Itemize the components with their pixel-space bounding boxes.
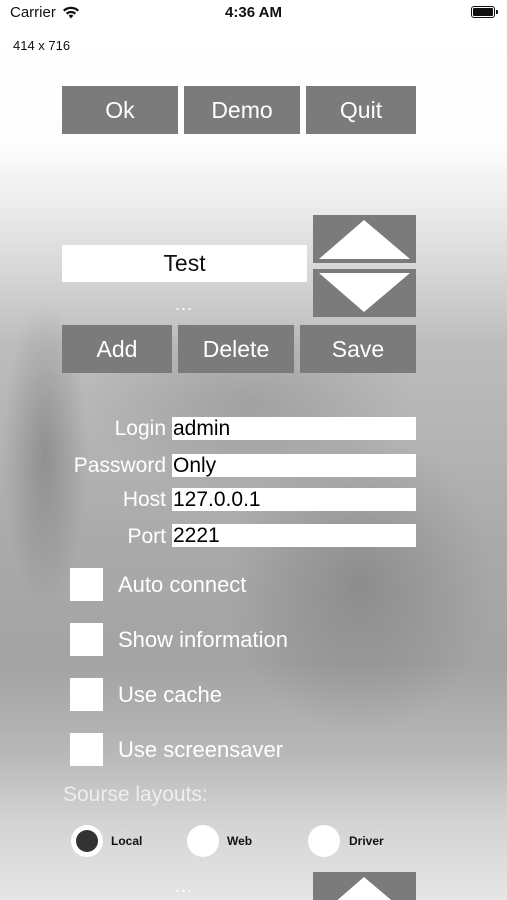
show-information-checkbox[interactable] — [70, 623, 103, 656]
demo-button[interactable]: Demo — [184, 86, 300, 134]
scroll-up-button[interactable] — [313, 215, 416, 263]
host-label: Host — [122, 488, 166, 511]
delete-button[interactable]: Delete — [178, 325, 294, 373]
quit-button[interactable]: Quit — [306, 86, 416, 134]
ok-button[interactable]: Ok — [62, 86, 178, 134]
status-bar: Carrier 4:36 AM — [0, 0, 507, 26]
layouts-scroll-up-button[interactable] — [313, 872, 416, 900]
local-radio[interactable] — [71, 825, 103, 857]
up-arrow-icon — [319, 220, 410, 259]
web-radio[interactable] — [187, 825, 219, 857]
use-cache-label: Use cache — [118, 682, 222, 707]
down-arrow-icon — [319, 273, 410, 312]
use-screensaver-label: Use screensaver — [118, 737, 284, 762]
login-field[interactable]: admin — [172, 417, 416, 440]
save-button[interactable]: Save — [300, 325, 416, 373]
use-cache-checkbox[interactable] — [70, 678, 103, 711]
password-field[interactable]: Only — [172, 454, 416, 477]
password-label: Password — [73, 454, 166, 477]
current-item-field[interactable]: Test — [62, 245, 307, 282]
scroll-down-button[interactable] — [313, 269, 416, 317]
web-radio-label: Web — [227, 834, 253, 848]
source-layouts-title: Sourse layouts: — [63, 783, 208, 806]
add-button[interactable]: Add — [62, 325, 172, 373]
driver-radio-label: Driver — [349, 834, 384, 848]
port-label: Port — [127, 525, 166, 548]
port-field[interactable]: 2221 — [172, 524, 416, 547]
login-label: Login — [114, 417, 166, 440]
status-time: 4:36 AM — [225, 4, 282, 21]
driver-radio[interactable] — [308, 825, 340, 857]
auto-connect-label: Auto connect — [118, 572, 247, 597]
host-field[interactable]: 127.0.0.1 — [172, 488, 416, 511]
screen-size-label: 414 x 716 — [13, 38, 71, 53]
local-radio-label: Local — [111, 834, 143, 848]
show-information-label: Show information — [118, 627, 288, 652]
auto-connect-checkbox[interactable] — [70, 568, 103, 601]
battery-icon — [471, 6, 498, 18]
use-screensaver-checkbox[interactable] — [70, 733, 103, 766]
up-arrow-icon — [337, 877, 392, 900]
layouts-more-indicator: ... — [175, 876, 194, 896]
list-more-indicator: ... — [175, 294, 194, 314]
